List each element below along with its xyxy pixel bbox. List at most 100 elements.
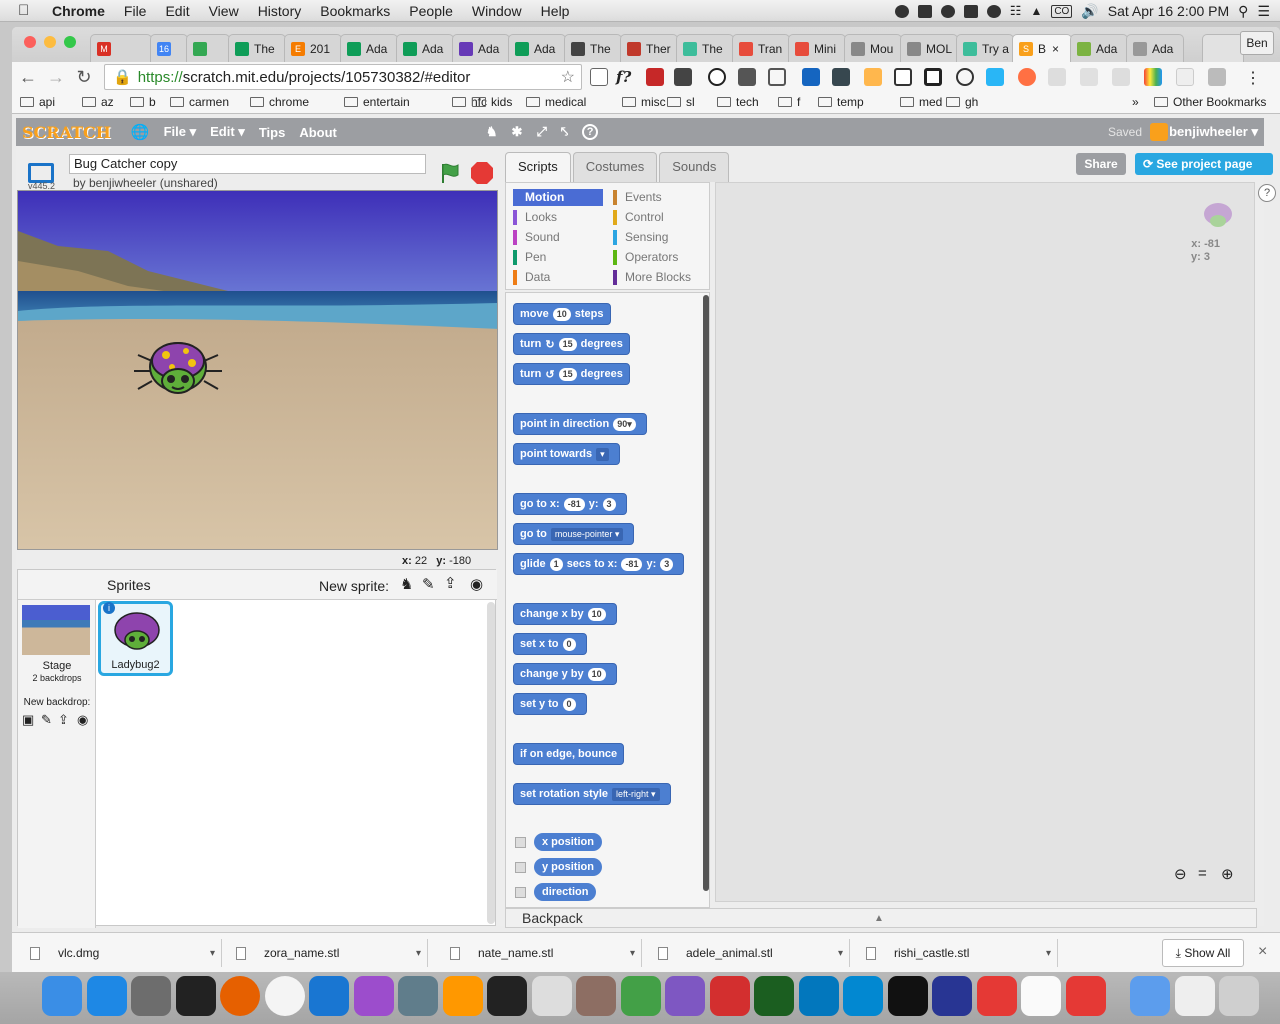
clock[interactable]: Sat Apr 16 2:00 PM (1108, 3, 1229, 19)
bookmark-star-icon[interactable]: ☆ (561, 67, 575, 87)
category-events[interactable]: Events (613, 189, 703, 206)
help-tool-icon[interactable]: ? (582, 124, 599, 140)
block-goto-xy[interactable]: go to x: -81 y: 3 (513, 493, 627, 515)
browser-tab[interactable]: Ada (508, 34, 566, 62)
checkbox-x-position[interactable] (515, 837, 526, 848)
download-menu-icon[interactable]: ▾ (630, 948, 635, 959)
scratch-logo[interactable]: SCRATCH (22, 123, 111, 142)
bookmark-b[interactable]: b (130, 95, 156, 109)
share-button[interactable]: Share (1076, 153, 1126, 175)
browser-tab[interactable]: Ther (620, 34, 678, 62)
block-input[interactable]: -81 (563, 497, 585, 511)
chart-ext-icon[interactable] (802, 68, 820, 86)
sprite-tile-ladybug2[interactable]: i Ladybug2 (98, 601, 173, 676)
soccer-ext-icon[interactable] (708, 68, 726, 86)
documents-icon[interactable] (1174, 976, 1215, 1016)
block-point-towards[interactable]: point towards ▾ (513, 443, 620, 465)
bookmark-f[interactable]: f (778, 95, 800, 109)
help-icon[interactable]: ? (1258, 184, 1276, 202)
block-goto[interactable]: go to mouse-pointer ▾ (513, 523, 635, 545)
tab-sounds[interactable]: Sounds (659, 152, 730, 182)
bookmark-carmen[interactable]: carmen (170, 95, 229, 109)
wifi-icon[interactable]: ☷ (1010, 3, 1022, 19)
stop-icon[interactable] (470, 161, 494, 185)
browser-tab[interactable]: Mini (788, 34, 846, 62)
photo-booth-2-icon[interactable] (1065, 976, 1106, 1016)
block-input[interactable]: 15 (558, 367, 577, 381)
browser-tab[interactable]: S B × (1012, 34, 1072, 62)
trash-icon[interactable] (1219, 976, 1259, 1016)
block-input[interactable]: 0 (562, 697, 576, 711)
bookmark-entertain[interactable]: entertain (344, 95, 410, 109)
screen-cast-icon[interactable] (768, 68, 786, 86)
zoom-in-icon[interactable]: ⊕ (1221, 865, 1234, 883)
cast-icon[interactable] (590, 68, 608, 86)
new-tab-button[interactable] (1202, 34, 1244, 62)
face-ext-icon[interactable] (864, 68, 882, 86)
block-input[interactable]: 0 (562, 637, 576, 651)
menu-people[interactable]: People (409, 3, 453, 19)
face-icon[interactable] (986, 4, 1001, 18)
unknown-purple-icon[interactable] (353, 976, 394, 1016)
reporter-x-position[interactable]: x position (534, 833, 602, 851)
launchpad-icon[interactable] (398, 976, 438, 1016)
m-ext-icon[interactable] (1080, 68, 1098, 86)
block-input[interactable]: 3 (602, 497, 616, 511)
keyboard-maestro-icon[interactable] (531, 976, 572, 1016)
browser-tab[interactable]: Ada (1070, 34, 1128, 62)
bookmark-temp[interactable]: temp (818, 95, 864, 109)
shrink-tool-icon[interactable]: ⤣ (561, 124, 568, 140)
block-input[interactable]: 10 (552, 307, 571, 321)
block-change-y[interactable]: change y by 10 (513, 663, 617, 685)
photos-icon[interactable] (1021, 976, 1061, 1016)
backdrop-library-icon[interactable]: ▣ (22, 712, 34, 728)
s-ext-icon[interactable] (894, 68, 912, 86)
browser-tab[interactable]: MOL (900, 34, 958, 62)
bookmark-api[interactable]: api (20, 95, 55, 109)
browser-tab[interactable]: Ada (396, 34, 454, 62)
finder-icon[interactable] (42, 976, 82, 1016)
square-ext-icon[interactable] (924, 68, 942, 86)
formula-icon[interactable]: f? (616, 68, 634, 86)
minimize-window-button[interactable] (44, 36, 56, 48)
download-item[interactable]: adele_animal.stl ▾ (648, 939, 850, 967)
category-more-blocks[interactable]: More Blocks (613, 269, 703, 286)
block-move-steps[interactable]: move 10 steps (513, 303, 611, 325)
bookmark-kids[interactable]: kids (472, 95, 512, 109)
reload-button[interactable]: ↻ (72, 67, 96, 88)
block-dropdown[interactable]: mouse-pointer ▾ (550, 527, 624, 541)
browser-tab[interactable]: Ada (452, 34, 510, 62)
block-bounce[interactable]: if on edge, bounce (513, 743, 625, 765)
browser-tab[interactable]: 16 (150, 34, 188, 62)
volume-icon[interactable]: 🔊 (1081, 3, 1098, 20)
block-set-y[interactable]: set y to 0 (513, 693, 587, 715)
category-sound[interactable]: Sound (513, 229, 603, 246)
browser-tab[interactable]: Try a (956, 34, 1014, 62)
d-ext-icon[interactable] (986, 68, 1004, 86)
duplicate-tool-icon[interactable]: ♞ (486, 124, 498, 140)
timer-ext-icon[interactable] (956, 68, 974, 86)
bookmarks-overflow[interactable]: » (1132, 95, 1139, 109)
block-turn-right[interactable]: turn ↻ 15 degrees (513, 333, 630, 355)
project-title-input[interactable]: Bug Catcher copy (69, 154, 426, 174)
block-dropdown[interactable]: left-right ▾ (612, 787, 660, 801)
palette-scrollbar[interactable] (703, 295, 709, 891)
cut-tool-icon[interactable]: ✱ (512, 124, 523, 140)
scratch-file-menu[interactable]: File ▾ (164, 124, 197, 140)
scratch-about[interactable]: About (299, 125, 337, 140)
bookmark-medical[interactable]: medical (526, 95, 586, 109)
browser-tab[interactable]: Ada (340, 34, 398, 62)
apple-icon[interactable]:  (18, 2, 40, 19)
download-menu-icon[interactable]: ▾ (838, 948, 843, 959)
green-flag-icon[interactable] (438, 161, 462, 185)
block-rotation-style[interactable]: set rotation style left-right ▾ (513, 783, 671, 805)
books-ext-icon[interactable] (832, 68, 850, 86)
stage-canvas[interactable] (17, 190, 498, 550)
grow-tool-icon[interactable]: ⤢ (536, 124, 546, 140)
download-item[interactable]: vlc.dmg ▾ (20, 939, 222, 967)
language-globe-icon[interactable]: 🌐 (131, 123, 150, 141)
category-motion[interactable]: Motion (513, 189, 603, 206)
backpack-toggle-icon[interactable]: ▲ (874, 910, 884, 928)
block-change-x[interactable]: change x by 10 (513, 603, 617, 625)
menu-app[interactable]: Chrome (52, 3, 105, 19)
